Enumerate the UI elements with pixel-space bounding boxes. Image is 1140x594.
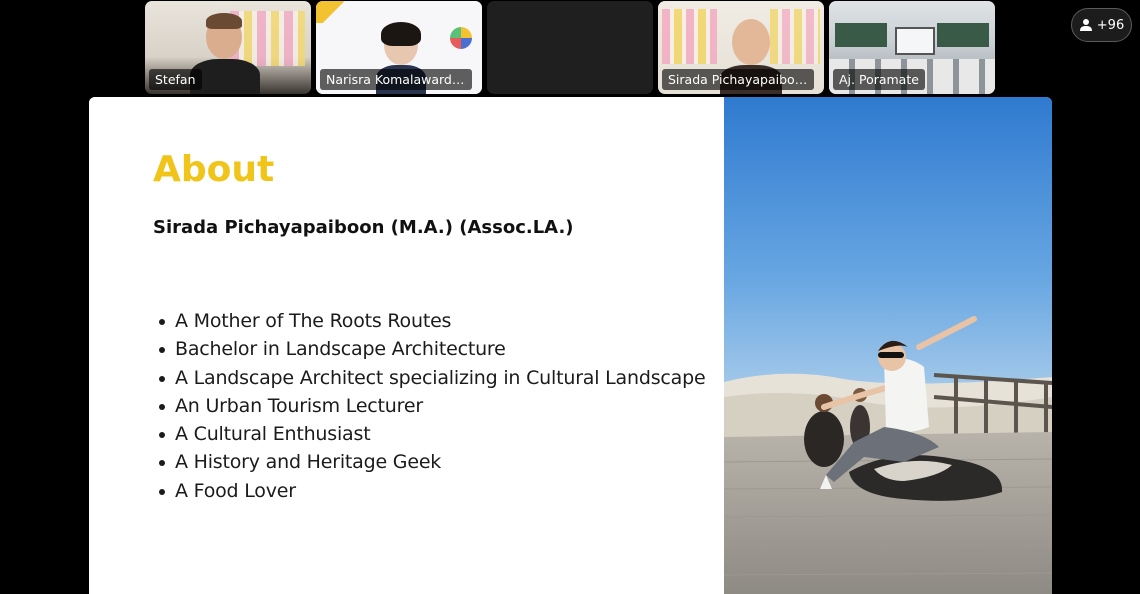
shared-screen-slide: About Sirada Pichayapaiboon (M.A.) (Asso… — [89, 97, 1052, 594]
photo-illustration — [724, 97, 1052, 594]
participant-name: Sirada Pichayapaiboon — [662, 69, 814, 90]
bullet-item: A Landscape Architect specializing in Cu… — [159, 364, 706, 392]
classroom-board — [937, 23, 989, 47]
bullet-item: An Urban Tourism Lecturer — [159, 392, 705, 420]
participant-tile-poramate[interactable]: Aj. Poramate — [829, 1, 995, 94]
participant-name: Stefan — [149, 69, 202, 90]
bullet-list: A Mother of The Roots Routes Bachelor in… — [159, 307, 706, 505]
participant-name: Narisra Komalawardh... — [320, 69, 472, 90]
participant-name: Aj. Poramate — [833, 69, 925, 90]
bullet-item: A History and Heritage Geek — [159, 448, 705, 476]
virtual-background-graphic — [450, 27, 472, 49]
slide-title: About — [153, 149, 275, 190]
classroom-board — [835, 23, 887, 47]
classroom-screen — [895, 27, 935, 55]
person-icon — [1079, 19, 1092, 31]
more-participants-button[interactable]: +96 — [1071, 8, 1132, 42]
slide-text-panel: About Sirada Pichayapaiboon (M.A.) (Asso… — [89, 97, 724, 594]
participant-count: +96 — [1096, 17, 1125, 33]
bullet-item: A Food Lover — [159, 477, 705, 505]
bullet-item: Bachelor in Landscape Architecture — [159, 335, 705, 363]
sticky-notes-wall — [662, 9, 717, 64]
participant-tile-sirada[interactable]: Sirada Pichayapaiboon — [658, 1, 824, 94]
participant-tile-video-off[interactable] — [487, 1, 653, 94]
slide-subtitle: Sirada Pichayapaiboon (M.A.) (Assoc.LA.) — [153, 217, 574, 238]
virtual-background-graphic — [316, 1, 376, 23]
participant-tile-narisra[interactable]: Narisra Komalawardh... — [316, 1, 482, 94]
participant-tile-stefan[interactable]: Stefan — [145, 1, 311, 94]
woman-dancing-on-boardwalk-photo — [724, 97, 1052, 594]
bullet-item: A Cultural Enthusiast — [159, 420, 705, 448]
bullet-item: A Mother of The Roots Routes — [159, 307, 705, 335]
